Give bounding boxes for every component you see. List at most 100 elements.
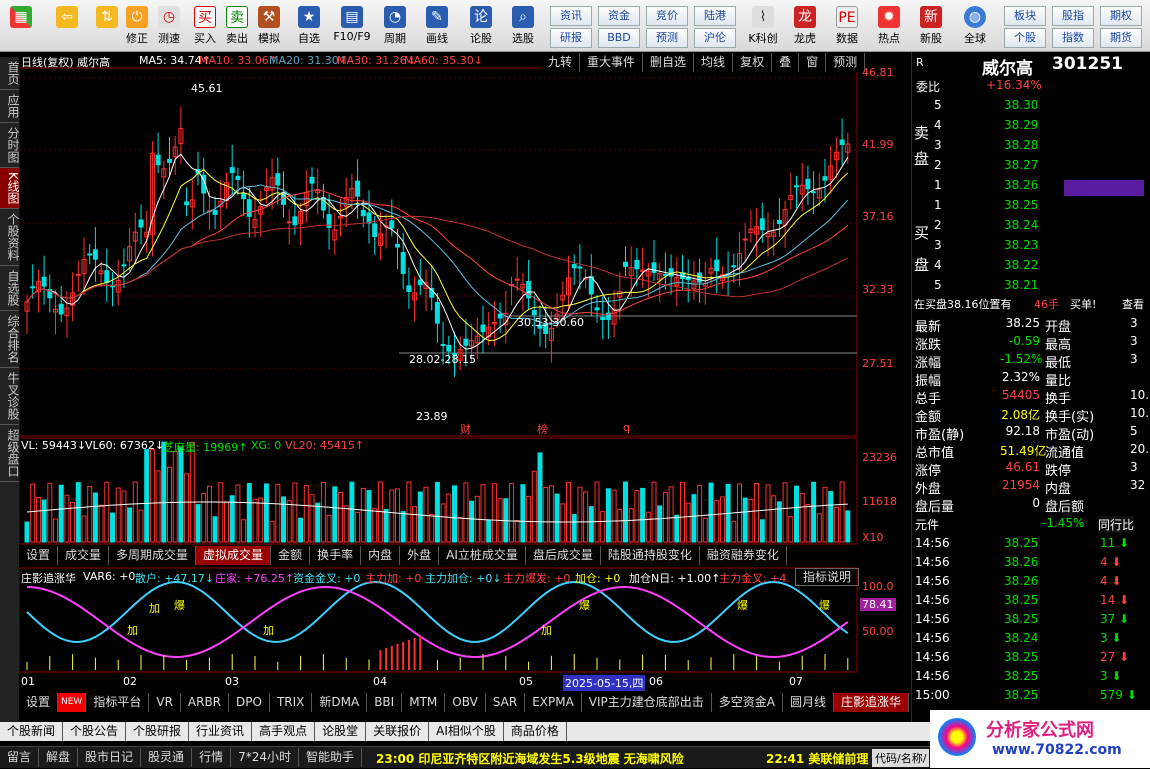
sell-button[interactable]: 卖卖出	[220, 4, 254, 48]
nav-diagnose[interactable]: 牛叉诊股	[0, 368, 20, 425]
ind-tab-expma[interactable]: EXPMA	[525, 693, 582, 712]
vol-tab-multi[interactable]: 多周期成交量	[109, 546, 197, 565]
period-button[interactable]: ◔ 周期	[378, 4, 412, 48]
status-diary[interactable]: 股市日记	[78, 748, 142, 767]
overlay-button[interactable]: 叠	[772, 53, 800, 72]
code-search-input[interactable]: 代码/名称/	[872, 749, 930, 767]
sh-london-button[interactable]: 沪伦	[694, 28, 736, 48]
forecast-button[interactable]: 预测	[646, 28, 688, 48]
hk-link-button[interactable]: 陆港	[694, 6, 736, 26]
futures-button[interactable]: 期货	[1100, 28, 1142, 48]
ind-tab-platform[interactable]: 指标平台	[86, 693, 150, 712]
remove-watch-button[interactable]: 删自选	[643, 53, 695, 72]
index-button[interactable]: 指数	[1052, 28, 1094, 48]
event-q[interactable]: q	[623, 421, 630, 434]
vol-tab-ai[interactable]: AI立桩成交量	[439, 546, 526, 565]
status-analysis[interactable]: 解盘	[39, 748, 79, 767]
forum-button[interactable]: 论论股	[464, 4, 498, 48]
info-tab-commodity[interactable]: 商品价格	[504, 722, 567, 741]
home-button[interactable]: ▦	[4, 4, 38, 48]
ipo-button[interactable]: 新新股	[914, 4, 948, 48]
dragon-tiger-button[interactable]: 龙龙虎	[788, 4, 822, 48]
status-assistant[interactable]: 智能助手	[299, 748, 362, 767]
status-message[interactable]: 留言	[0, 748, 40, 767]
vol-tab-virtual[interactable]: 虚拟成交量	[196, 546, 272, 565]
event-rank[interactable]: 榜	[537, 421, 548, 437]
fund-button[interactable]: 资金	[598, 6, 640, 26]
ind-tab-vr[interactable]: VR	[149, 693, 181, 712]
stock-pick-button[interactable]: ⌕ 选股	[506, 4, 540, 48]
indicator-help-button[interactable]: 指标说明	[795, 568, 860, 586]
simulate-button[interactable]: ⚒ 模拟	[252, 4, 286, 48]
info-tab-news[interactable]: 个股新闻	[0, 722, 64, 741]
ind-tab-zhuangying[interactable]: 庄影追涨华	[834, 693, 910, 712]
draw-line-button[interactable]: ✎ 画线	[420, 4, 454, 48]
stock-button[interactable]: 个股	[1004, 28, 1046, 48]
event-finance[interactable]: 财	[460, 421, 471, 437]
ind-tab-bbi[interactable]: BBI	[367, 693, 403, 712]
ind-tab-mtm[interactable]: MTM	[402, 693, 446, 712]
vol-tab-turnover[interactable]: 换手率	[310, 546, 362, 565]
ind-tab-obv[interactable]: OBV	[445, 693, 486, 712]
ind-tab-yuanyue[interactable]: 圆月线	[783, 693, 835, 712]
vol-tab-inner[interactable]: 内盘	[361, 546, 401, 565]
status-gulingtong[interactable]: 股灵通	[141, 748, 193, 767]
predict-button[interactable]: 预测	[826, 53, 866, 72]
data-button[interactable]: PE 数据	[830, 4, 864, 48]
back-button[interactable]: ⇦	[50, 4, 84, 48]
global-button[interactable]: ◍ 全球	[958, 4, 992, 48]
vol-tab-settings[interactable]: 设置	[19, 546, 59, 565]
sector-button[interactable]: 板块	[1004, 6, 1046, 26]
adjust-button[interactable]: 复权	[733, 53, 773, 72]
vol-tab-volume[interactable]: 成交量	[58, 546, 110, 565]
nav-super-board[interactable]: 超级盘口	[0, 425, 20, 482]
info-tab-industry[interactable]: 行业资讯	[189, 722, 253, 741]
buy-button[interactable]: 买买入	[188, 4, 222, 48]
hot-button[interactable]: ✹ 热点	[872, 4, 906, 48]
ind-tab-settings[interactable]: 设置	[19, 693, 59, 712]
vol-tab-amount[interactable]: 金额	[271, 546, 311, 565]
news-ticker-2[interactable]: 22:41 美联储前理	[766, 750, 868, 767]
fix-button[interactable]: ⏻ 修正	[120, 4, 154, 48]
ind-tab-vip[interactable]: VIP主力建仓底部出击	[582, 693, 712, 712]
events-button[interactable]: 重大事件	[580, 53, 644, 72]
nav-home[interactable]: 首页	[0, 57, 20, 90]
vol-tab-after[interactable]: 盘后成交量	[526, 546, 601, 565]
ind-tab-duokong[interactable]: 多空资金A	[712, 693, 784, 712]
f10-button[interactable]: ▤ F10/F9	[332, 4, 372, 48]
nav-kline[interactable]: K线图	[0, 168, 20, 209]
nav-ranking[interactable]: 综合排名	[0, 311, 20, 368]
window-button[interactable]: 窗	[799, 53, 827, 72]
ind-tab-dma[interactable]: 新DMA	[312, 693, 368, 712]
vol-tab-hk[interactable]: 陆股通持股变化	[601, 546, 700, 565]
status-market[interactable]: 行情	[192, 748, 232, 767]
vol-tab-outer[interactable]: 外盘	[400, 546, 440, 565]
ind-tab-dpo[interactable]: DPO	[229, 693, 270, 712]
index-futures-button[interactable]: 股指	[1052, 6, 1094, 26]
research-button[interactable]: 研报	[550, 28, 592, 48]
vol-tab-margin[interactable]: 融资融券变化	[700, 546, 787, 565]
ind-tab-trix[interactable]: TRIX	[270, 693, 313, 712]
bidding-button[interactable]: 竞价	[646, 6, 688, 26]
info-tab-ai[interactable]: AI相似个股	[429, 722, 504, 741]
status-724[interactable]: 7*24小时	[231, 748, 299, 767]
ind-tab-sar[interactable]: SAR	[486, 693, 526, 712]
nav-watchlist[interactable]: 自选股	[0, 266, 20, 311]
ind-tab-arbr[interactable]: ARBR	[181, 693, 230, 712]
ma-button[interactable]: 均线	[694, 53, 734, 72]
nav-timeshare[interactable]: 分时图	[0, 123, 20, 168]
news-ticker-1[interactable]: 23:00 印尼亚齐特区附近海域发生5.3级地震 无海啸风险	[376, 750, 684, 767]
speed-test-button[interactable]: ◷ 测速	[152, 4, 186, 48]
chart-canvas[interactable]	[19, 52, 910, 722]
up-down-button[interactable]: ⇅	[90, 4, 124, 48]
info-tab-expert[interactable]: 高手观点	[252, 722, 316, 741]
info-tab-research[interactable]: 个股研报	[126, 722, 190, 741]
jiuzhuan-button[interactable]: 九转	[541, 53, 581, 72]
info-tab-forum[interactable]: 论股堂	[315, 722, 367, 741]
watchlist-button[interactable]: ★ 自选	[292, 4, 326, 48]
bbd-button[interactable]: BBD	[598, 28, 640, 48]
nav-stock-info[interactable]: 个股资料	[0, 209, 20, 266]
news-button[interactable]: 资讯	[550, 6, 592, 26]
info-tab-related[interactable]: 关联报价	[366, 722, 430, 741]
nav-apps[interactable]: 应用	[0, 90, 20, 123]
